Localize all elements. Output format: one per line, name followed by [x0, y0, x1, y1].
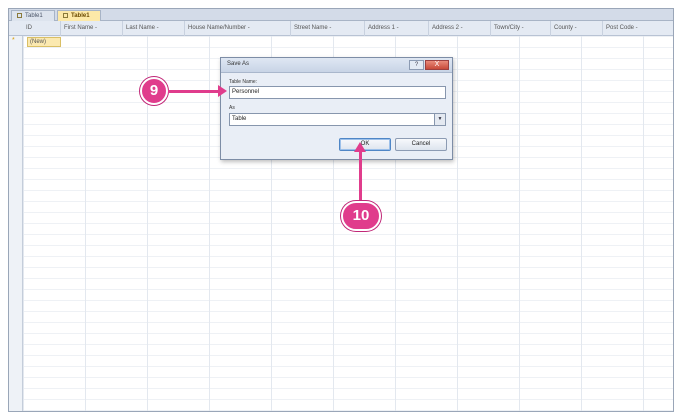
tab-label: Table1 [25, 13, 43, 19]
tab-table1-active[interactable]: Table1 [57, 10, 101, 21]
callout-arrow-right-icon [168, 85, 227, 97]
column-header-town-city[interactable]: Town/City - [491, 21, 551, 36]
column-header-address-1[interactable]: Address 1 - [365, 21, 429, 36]
column-header-first-name[interactable]: First Name - [61, 21, 123, 36]
save-as-dialog: Save As ? X Table Name: Personnel As Tab… [220, 57, 453, 160]
column-header-id[interactable]: ID [23, 21, 61, 36]
close-button[interactable]: X [425, 60, 449, 70]
tab-table1-inactive[interactable]: Table1 [11, 10, 55, 21]
column-header-row: ID First Name - Last Name - House Name/N… [9, 21, 673, 36]
table-icon [63, 13, 68, 18]
step-callout-badge: 9 [140, 77, 168, 105]
dialog-title: Save As [227, 61, 250, 67]
new-record-id-cell[interactable]: (New) [27, 37, 61, 47]
table-icon [17, 13, 22, 18]
row-selector-column[interactable] [9, 36, 23, 411]
column-header-street-name[interactable]: Street Name - [291, 21, 365, 36]
column-header-last-name[interactable]: Last Name - [123, 21, 185, 36]
cancel-button[interactable]: Cancel [395, 138, 447, 151]
column-header-post-code[interactable]: Post Code - [603, 21, 673, 36]
step-callout-badge: 10 [341, 201, 381, 231]
column-header-address-2[interactable]: Address 2 - [429, 21, 491, 36]
column-header-house-name-number[interactable]: House Name/Number - [185, 21, 291, 36]
column-header-county[interactable]: County - [551, 21, 603, 36]
as-label: As [229, 105, 235, 111]
tab-label: Table1 [71, 13, 90, 19]
help-button[interactable]: ? [409, 60, 424, 70]
dialog-title-bar[interactable]: Save As ? X [221, 58, 452, 73]
table-name-label: Table Name: [229, 79, 258, 85]
as-type-value: Table [232, 116, 247, 122]
table-name-input[interactable]: Personnel [229, 86, 446, 99]
as-type-select[interactable]: Table ▼ [229, 113, 446, 126]
callout-arrow-up-icon [354, 142, 366, 201]
new-record-marker: * [12, 37, 15, 44]
document-tab-strip: Table1 Table1 [9, 9, 673, 21]
dropdown-arrow-icon[interactable]: ▼ [434, 114, 445, 125]
